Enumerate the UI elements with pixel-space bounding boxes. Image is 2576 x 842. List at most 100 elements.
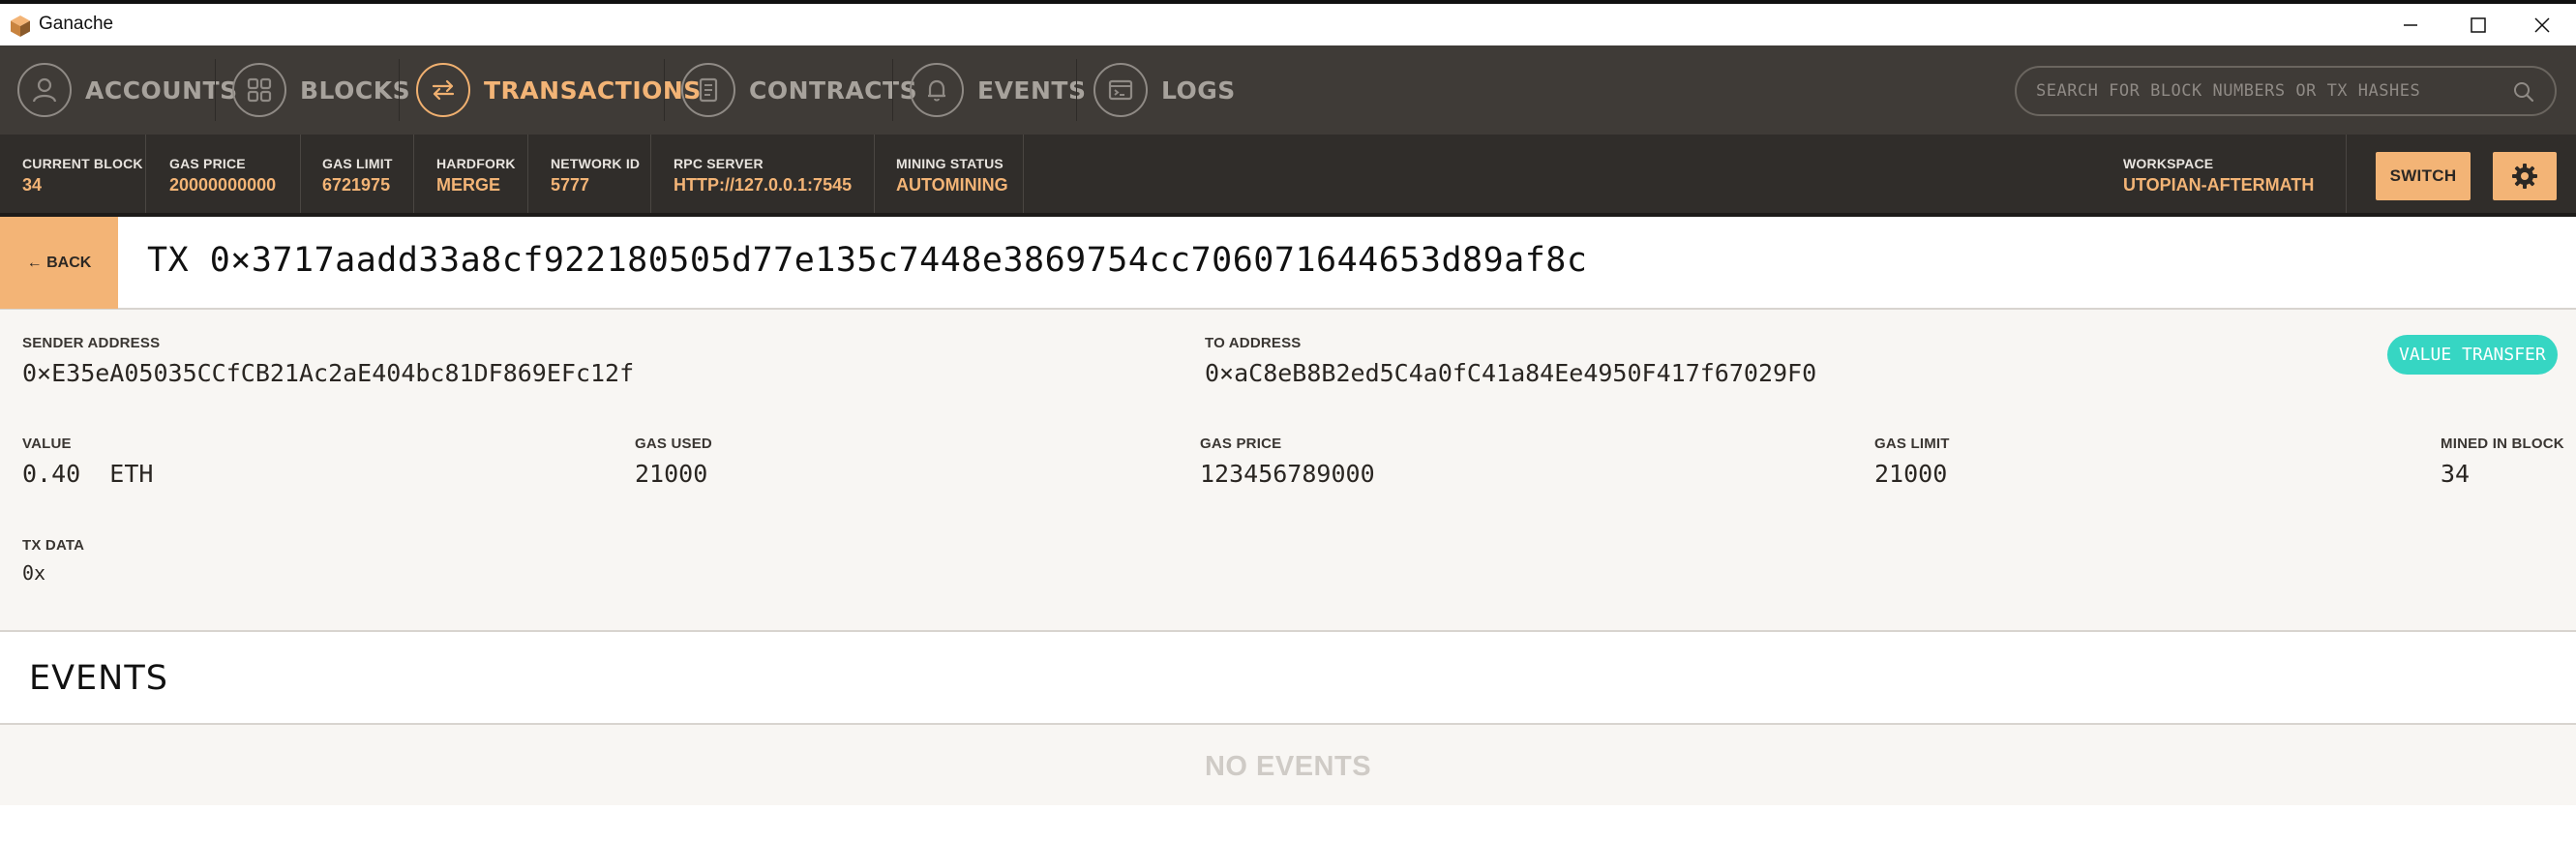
nav-events-label: EVENTS	[977, 75, 1087, 105]
workspace-name: UTOPIAN-AFTERMATH	[2123, 175, 2315, 195]
stat-divider	[300, 135, 301, 213]
nav-contracts[interactable]: CONTRACTS	[681, 45, 917, 135]
bell-icon	[910, 63, 964, 117]
gas-used-value: 21000	[635, 460, 708, 488]
stat-value: HTTP://127.0.0.1:7545	[674, 175, 853, 195]
window-titlebar: Ganache	[0, 0, 2576, 45]
events-title: EVENTS	[29, 659, 168, 698]
maximize-icon	[2471, 16, 2486, 33]
stat-workspace: WORKSPACE UTOPIAN-AFTERMATH	[2123, 135, 2314, 213]
ganache-logo-icon	[11, 15, 30, 37]
events-section-header: EVENTS	[0, 632, 2576, 725]
transaction-type-badge: VALUE TRANSFER	[2387, 335, 2558, 375]
value-amount: 0.40 ETH	[22, 460, 154, 488]
tx-data-value: 0x	[22, 561, 46, 585]
tx-data-label: TX DATA	[22, 537, 85, 554]
to-address-value: 0×aC8eB8B2ed5C4a0fC41a84Ee4950F417f67029…	[1205, 359, 1817, 387]
gas-price-field: GAS PRICE 123456789000	[1200, 436, 1375, 488]
tx-data-field: TX DATA 0x	[22, 537, 84, 585]
stat-label: NETWORK ID	[551, 156, 641, 171]
no-events-message: NO EVENTS	[1204, 751, 1372, 782]
nav-divider	[1076, 59, 1077, 121]
search-icon[interactable]	[2512, 80, 2535, 104]
stat-label: HARDFORK	[436, 156, 516, 171]
stat-value: 20000000000	[169, 175, 277, 195]
stat-label: RPC SERVER	[674, 156, 764, 171]
stat-divider	[1023, 135, 1024, 213]
stat-value: 34	[22, 175, 43, 195]
events-list: NO EVENTS	[0, 725, 2576, 805]
settings-button[interactable]	[2493, 152, 2557, 200]
nav-divider	[399, 59, 400, 121]
value-label: VALUE	[22, 436, 72, 452]
gas-limit-label: GAS LIMIT	[1874, 436, 1950, 452]
stat-value: 6721975	[322, 175, 391, 195]
switch-workspace-button[interactable]: SWITCH	[2376, 152, 2471, 200]
nav-transactions[interactable]: TRANSACTIONS	[416, 45, 702, 135]
minimize-icon	[2404, 23, 2417, 26]
nav-blocks[interactable]: BLOCKS	[232, 45, 410, 135]
transaction-header: ← BACK TX 0×3717aadd33a8cf922180505d77e1…	[0, 217, 2576, 310]
to-address-label: TO ADDRESS	[1205, 335, 1302, 351]
nav-blocks-label: BLOCKS	[300, 75, 411, 105]
stat-divider	[145, 135, 146, 213]
stat-value: AUTOMINING	[896, 175, 1008, 195]
stat-hardfork: HARDFORK MERGE	[436, 135, 516, 213]
nav-divider	[664, 59, 665, 121]
nav-divider	[215, 59, 216, 121]
nav-divider	[892, 59, 893, 121]
gas-price-label: GAS PRICE	[1200, 436, 1282, 452]
sender-address-value: 0×E35eA05035CCfCB21Ac2aE404bc81DF869EFc1…	[22, 359, 635, 387]
back-button[interactable]: ← BACK	[0, 217, 118, 309]
stat-label: CURRENT BLOCK	[22, 156, 143, 171]
person-icon	[17, 63, 72, 117]
search-input[interactable]	[2036, 79, 2501, 103]
gas-limit-field: GAS LIMIT 21000	[1874, 436, 1950, 488]
transaction-hash-title: TX 0×3717aadd33a8cf922180505d77e135c7448…	[147, 241, 1588, 280]
close-icon	[2534, 16, 2550, 33]
to-address-field: TO ADDRESS 0×aC8eB8B2ed5C4a0fC41a84Ee495…	[1205, 335, 1816, 387]
stat-rpc-server: RPC SERVER HTTP://127.0.0.1:7545	[674, 135, 852, 213]
swap-arrows-icon	[416, 63, 470, 117]
maximize-button[interactable]	[2444, 4, 2512, 45]
transaction-details: SENDER ADDRESS 0×E35eA05035CCfCB21Ac2aE4…	[0, 310, 2576, 632]
value-field: VALUE 0.40 ETH	[22, 436, 153, 488]
gas-price-value: 123456789000	[1200, 460, 1375, 488]
stat-label: MINING STATUS	[896, 156, 1003, 171]
nav-logs-label: LOGS	[1161, 75, 1236, 105]
stat-label: GAS PRICE	[169, 156, 246, 171]
gear-icon	[2512, 164, 2537, 189]
stat-divider	[2346, 135, 2347, 213]
stat-label: WORKSPACE	[2123, 156, 2214, 171]
stat-network-id: NETWORK ID 5777	[551, 135, 640, 213]
nav-transactions-label: TRANSACTIONS	[484, 75, 702, 105]
search-box	[2015, 66, 2557, 116]
minimize-button[interactable]	[2377, 4, 2444, 45]
mined-in-block-label: MINED IN BLOCK	[2441, 436, 2564, 452]
top-navigation: ACCOUNTS BLOCKS TRANSACTIONS CONTRACTS E…	[0, 45, 2576, 135]
stat-divider	[413, 135, 414, 213]
nav-accounts[interactable]: ACCOUNTS	[17, 45, 238, 135]
stat-label: GAS LIMIT	[322, 156, 393, 171]
stat-divider	[874, 135, 875, 213]
mined-in-block-field: MINED IN BLOCK 34	[2441, 436, 2564, 488]
nav-logs[interactable]: LOGS	[1093, 45, 1236, 135]
sender-address-label: SENDER ADDRESS	[22, 335, 161, 351]
mined-in-block-value[interactable]: 34	[2441, 460, 2564, 488]
stat-value: 5777	[551, 175, 590, 195]
stat-value: MERGE	[436, 175, 501, 195]
gas-used-field: GAS USED 21000	[635, 436, 712, 488]
stat-gas-price: GAS PRICE 20000000000	[169, 135, 276, 213]
nav-events[interactable]: EVENTS	[910, 45, 1087, 135]
status-bar: CURRENT BLOCK 34 GAS PRICE 20000000000 G…	[0, 135, 2576, 217]
close-button[interactable]	[2508, 4, 2576, 45]
stat-current-block: CURRENT BLOCK 34	[22, 135, 143, 213]
stat-divider	[527, 135, 528, 213]
window-title: Ganache	[39, 14, 114, 34]
terminal-icon	[1093, 63, 1148, 117]
gas-used-label: GAS USED	[635, 436, 712, 452]
gas-limit-value: 21000	[1874, 460, 1948, 488]
stat-gas-limit: GAS LIMIT 6721975	[322, 135, 393, 213]
stat-divider	[650, 135, 651, 213]
grid-icon	[232, 63, 286, 117]
